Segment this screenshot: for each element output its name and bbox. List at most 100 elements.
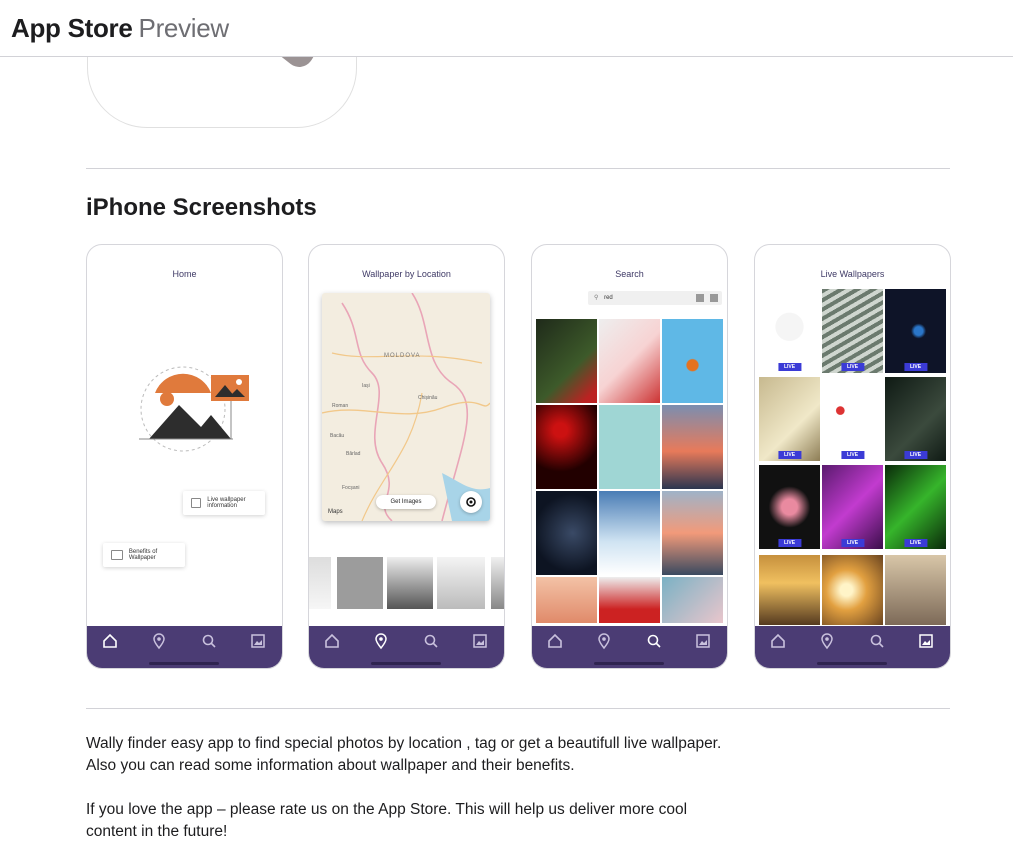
result-image[interactable] (599, 319, 660, 403)
tab-bar (755, 626, 950, 668)
map-label: Focșani (342, 485, 360, 491)
search-icon[interactable] (200, 632, 218, 650)
live-wallpaper-info-card[interactable]: Live wallpaper information (183, 491, 265, 515)
gallery-icon[interactable] (471, 632, 489, 650)
search-icon: ⚲ (594, 295, 599, 301)
wallpaper-tile[interactable]: LIVE (759, 377, 820, 461)
brand-preview: Preview (138, 12, 230, 43)
result-image[interactable] (599, 577, 660, 623)
home-indicator (594, 662, 664, 665)
home-indicator (149, 662, 219, 665)
live-badge: LIVE (777, 451, 802, 459)
live-badge: LIVE (840, 451, 865, 459)
result-image[interactable] (662, 405, 723, 489)
live-badge: LIVE (777, 363, 802, 371)
map-label: Roman (332, 403, 349, 409)
get-images-button[interactable]: Get Images (376, 495, 436, 509)
thumbnail[interactable] (491, 557, 504, 609)
wallpaper-tile[interactable]: LIVE (822, 377, 883, 461)
result-image[interactable] (599, 491, 660, 575)
description-paragraph-1: Wally finder easy app to find special ph… (86, 735, 722, 774)
screen-title: Live Wallpapers (820, 269, 885, 279)
description-paragraph-2: If you love the app – please rate us on … (86, 801, 688, 840)
benefits-card[interactable]: Benefits of Wallpaper (103, 543, 185, 567)
gallery-icon[interactable] (694, 632, 712, 650)
wallpaper-tile[interactable] (885, 555, 946, 625)
screenshots-section-title: iPhone Screenshots (86, 194, 317, 221)
tab-bar (532, 626, 727, 668)
location-pin-icon[interactable] (150, 632, 168, 650)
map-view[interactable]: MOLDOVA Iași Chișinău Bacău Focșani Brăi… (322, 293, 490, 521)
location-thumbnails (309, 557, 504, 609)
thumbnail[interactable] (387, 557, 433, 609)
wallpaper-tile[interactable] (759, 555, 820, 625)
wallpaper-tile[interactable]: LIVE (885, 465, 946, 549)
wallpaper-tile[interactable]: LIVE (759, 465, 820, 549)
section-divider-bottom (86, 708, 950, 709)
map-label: MOLDOVA (384, 353, 421, 359)
wallpaper-tile[interactable]: LIVE (885, 289, 946, 373)
screen-title: Home (172, 269, 197, 279)
home-indicator (817, 662, 887, 665)
search-query: red (604, 295, 613, 301)
search-field[interactable]: ⚲ red (588, 291, 722, 305)
result-image[interactable] (662, 577, 723, 623)
thumbnail[interactable] (337, 557, 383, 609)
section-divider-top (86, 168, 950, 169)
live-badge: LIVE (777, 539, 802, 547)
camera-icon (191, 498, 202, 508)
app-store-logo[interactable]: App Store Preview (11, 13, 229, 44)
wallpaper-tile[interactable]: LIVE (759, 289, 820, 373)
result-image[interactable] (662, 491, 723, 575)
wallpaper-tile[interactable]: LIVE (822, 289, 883, 373)
brand-app-store: App Store (11, 12, 133, 43)
image-icon (111, 550, 123, 560)
home-indicator (371, 662, 441, 665)
result-image[interactable] (662, 319, 723, 403)
home-icon[interactable] (101, 632, 119, 650)
result-image[interactable] (536, 491, 597, 575)
live-badge: LIVE (840, 539, 865, 547)
current-location-button[interactable] (460, 491, 482, 513)
result-image[interactable] (599, 405, 660, 489)
tab-bar (87, 626, 282, 668)
screenshot-search[interactable]: Search ⚲ red (531, 244, 728, 669)
result-image[interactable] (536, 577, 597, 623)
live-badge: LIVE (903, 363, 928, 371)
location-pin-icon[interactable] (372, 632, 390, 650)
crosshair-icon (466, 497, 476, 507)
search-icon[interactable] (868, 632, 886, 650)
maps-attribution: Maps (328, 509, 343, 515)
app-store-header: App Store Preview (0, 0, 1013, 57)
thumbnail[interactable] (437, 557, 485, 609)
card-label: Live wallpaper information (207, 497, 246, 509)
screenshot-location[interactable]: Wallpaper by Location MOLDOVA Iași Chiși… (308, 244, 505, 669)
home-icon[interactable] (323, 632, 341, 650)
result-image[interactable] (536, 405, 597, 489)
search-icon[interactable] (422, 632, 440, 650)
clear-icon[interactable] (696, 294, 704, 302)
screenshot-home[interactable]: Home Live wallpaper information Benefits… (86, 244, 283, 669)
location-pin-icon[interactable] (595, 632, 613, 650)
home-icon[interactable] (546, 632, 564, 650)
wallpaper-tile[interactable] (822, 555, 883, 625)
live-badge: LIVE (840, 363, 865, 371)
live-badge: LIVE (903, 451, 928, 459)
map-label: Iași (362, 383, 370, 389)
gallery-icon[interactable] (917, 632, 935, 650)
thumbnail[interactable] (309, 557, 331, 609)
screen-title: Search (615, 269, 644, 279)
screenshot-live-wallpapers[interactable]: Live Wallpapers LIVE LIVE LIVE LIVE LIVE… (754, 244, 951, 669)
gallery-icon[interactable] (249, 632, 267, 650)
wallpaper-tile[interactable]: LIVE (885, 377, 946, 461)
location-pin-icon[interactable] (818, 632, 836, 650)
tab-bar (309, 626, 504, 668)
card-label: Benefits of Wallpaper (128, 549, 158, 561)
map-label: Chișinău (418, 395, 438, 401)
result-image[interactable] (536, 319, 597, 403)
map-label: Bârlad (346, 451, 361, 457)
close-icon[interactable] (710, 294, 718, 302)
search-icon[interactable] (645, 632, 663, 650)
home-icon[interactable] (769, 632, 787, 650)
wallpaper-tile[interactable]: LIVE (822, 465, 883, 549)
